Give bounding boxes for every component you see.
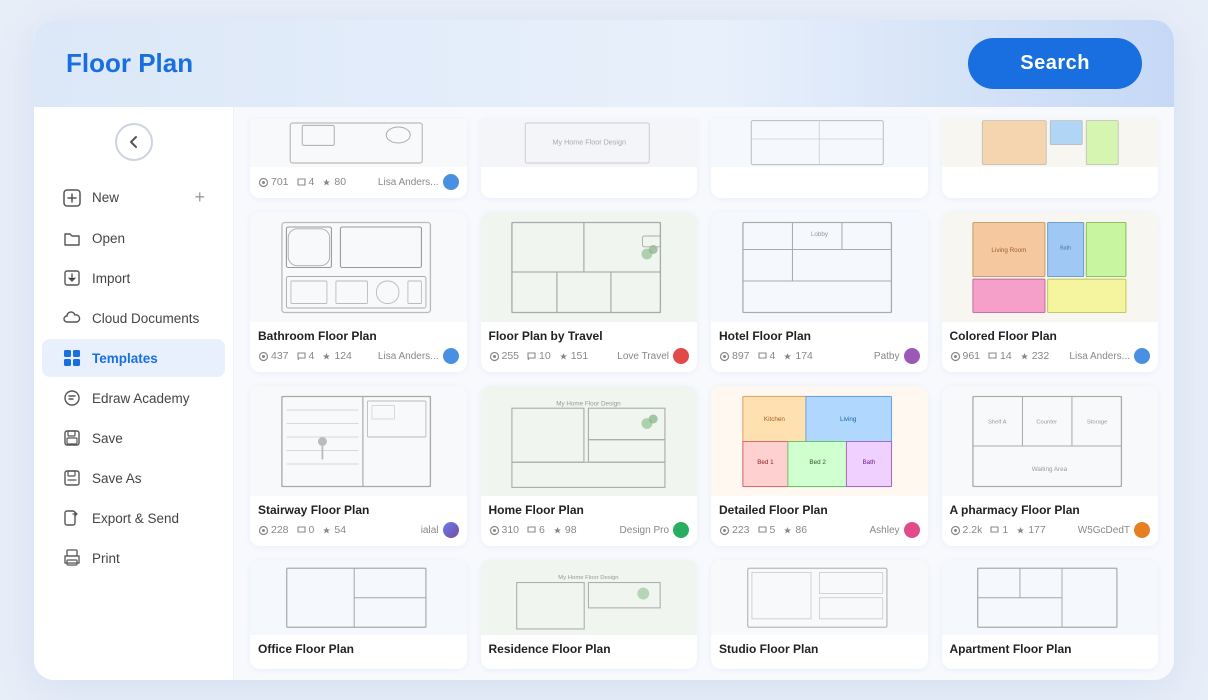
open-icon xyxy=(62,228,82,248)
app-container: Floor Plan Search New + xyxy=(34,20,1174,680)
card-meta-hotel: 897 4 174 xyxy=(719,348,920,364)
back-button[interactable] xyxy=(115,123,153,161)
edraw-icon xyxy=(62,388,82,408)
sidebar-label-export: Export & Send xyxy=(92,511,179,526)
svg-text:Counter: Counter xyxy=(1037,419,1058,425)
template-card-hotel[interactable]: Lobby Hotel Floor Plan 897 xyxy=(711,212,928,372)
sidebar-label-open: Open xyxy=(92,231,125,246)
template-card-partial-1[interactable]: 701 4 80 xyxy=(250,119,467,198)
sidebar-item-save[interactable]: Save xyxy=(42,419,225,457)
card-title-bot1: Office Floor Plan xyxy=(258,642,459,656)
svg-text:Lobby: Lobby xyxy=(811,231,829,238)
import-icon xyxy=(62,268,82,288)
sidebar-item-print[interactable]: Print xyxy=(42,539,225,577)
card-meta-travel: 255 10 151 xyxy=(489,348,690,364)
template-card-bot4[interactable]: Apartment Floor Plan xyxy=(942,560,1159,669)
svg-text:Storage: Storage xyxy=(1087,419,1107,425)
card-title-bot4: Apartment Floor Plan xyxy=(950,642,1151,656)
card-meta-detailed: 223 5 86 xyxy=(719,522,920,538)
sidebar-item-new[interactable]: New + xyxy=(42,178,225,217)
template-card-detailed[interactable]: Kitchen Living Bed 1 Bed 2 Bath Detailed… xyxy=(711,386,928,546)
plus-icon: + xyxy=(194,187,205,208)
svg-text:My Home Floor Design: My Home Floor Design xyxy=(559,575,619,581)
svg-text:My Home Floor Design: My Home Floor Design xyxy=(552,138,626,147)
svg-text:Waiting Area: Waiting Area xyxy=(1032,466,1068,473)
templates-area[interactable]: 701 4 80 xyxy=(234,107,1174,680)
sidebar-item-saveas[interactable]: Save As xyxy=(42,459,225,497)
card-meta-pharmacy: 2.2k 1 177 xyxy=(950,522,1151,538)
sidebar-label-cloud: Cloud Documents xyxy=(92,311,199,326)
template-card-pharmacy[interactable]: Shelf A Counter Storage Waiting Area A p… xyxy=(942,386,1159,546)
card-title-colored: Colored Floor Plan xyxy=(950,329,1151,343)
template-card-bot1[interactable]: Office Floor Plan xyxy=(250,560,467,669)
card-title-stairway: Stairway Floor Plan xyxy=(258,503,459,517)
template-card-bot3[interactable]: Studio Floor Plan xyxy=(711,560,928,669)
new-icon xyxy=(62,188,82,208)
sidebar-item-cloud[interactable]: Cloud Documents xyxy=(42,299,225,337)
top-bar: Floor Plan Search xyxy=(34,20,1174,107)
sidebar-label-import: Import xyxy=(92,271,130,286)
card-title-bot2: Residence Floor Plan xyxy=(489,642,690,656)
export-icon xyxy=(62,508,82,528)
template-card-stairway[interactable]: Stairway Floor Plan 228 0 xyxy=(250,386,467,546)
sidebar-label-templates: Templates xyxy=(92,351,158,366)
cloud-icon xyxy=(62,308,82,328)
sidebar: New + Open Import xyxy=(34,107,234,680)
template-card-partial-2[interactable]: My Home Floor Design xyxy=(481,119,698,198)
search-button[interactable]: Search xyxy=(968,38,1142,89)
sidebar-label-print: Print xyxy=(92,551,120,566)
template-card-partial-3[interactable] xyxy=(711,119,928,198)
svg-text:Kitchen: Kitchen xyxy=(764,415,786,422)
card-meta-colored: 961 14 232 xyxy=(950,348,1151,364)
card-meta-home: 310 6 98 xyxy=(489,522,690,538)
template-card-colored[interactable]: Living Room Bath Colored Floor Plan 961 xyxy=(942,212,1159,372)
main-content: New + Open Import xyxy=(34,107,1174,680)
print-icon xyxy=(62,548,82,568)
templates-grid: Bathroom Floor Plan 437 4 xyxy=(250,212,1158,669)
template-card-travel[interactable]: Floor Plan by Travel 255 10 xyxy=(481,212,698,372)
sidebar-item-open[interactable]: Open xyxy=(42,219,225,257)
saveas-icon xyxy=(62,468,82,488)
svg-text:Bath: Bath xyxy=(1060,245,1071,251)
card-title-hotel: Hotel Floor Plan xyxy=(719,329,920,343)
svg-text:Bath: Bath xyxy=(862,459,875,466)
card-title-bot3: Studio Floor Plan xyxy=(719,642,920,656)
sidebar-item-edraw[interactable]: Edraw Academy xyxy=(42,379,225,417)
svg-text:Bed 2: Bed 2 xyxy=(809,459,826,466)
card-title-pharmacy: A pharmacy Floor Plan xyxy=(950,503,1151,517)
sidebar-item-templates[interactable]: Templates xyxy=(42,339,225,377)
views-stat: 701 xyxy=(258,176,289,188)
sidebar-label-save: Save xyxy=(92,431,123,446)
template-card-bot2[interactable]: My Home Floor Design Residence Floor Pla… xyxy=(481,560,698,669)
card-title-detailed: Detailed Floor Plan xyxy=(719,503,920,517)
svg-text:Living Room: Living Room xyxy=(992,247,1027,254)
svg-text:Bed 1: Bed 1 xyxy=(757,459,774,466)
svg-text:My Home Floor Design: My Home Floor Design xyxy=(557,400,622,407)
page-title: Floor Plan xyxy=(66,48,193,79)
card-title-home: Home Floor Plan xyxy=(489,503,690,517)
card-title-bathroom: Bathroom Floor Plan xyxy=(258,329,459,343)
svg-text:Shelf A: Shelf A xyxy=(988,419,1007,425)
sidebar-label-saveas: Save As xyxy=(92,471,142,486)
sidebar-label-edraw: Edraw Academy xyxy=(92,391,190,406)
sidebar-label-new: New xyxy=(92,190,119,205)
sidebar-item-export[interactable]: Export & Send xyxy=(42,499,225,537)
template-card-home[interactable]: My Home Floor Design Home Floor Plan xyxy=(481,386,698,546)
templates-icon xyxy=(62,348,82,368)
partial-top-row: 701 4 80 xyxy=(250,119,1158,198)
sidebar-item-import[interactable]: Import xyxy=(42,259,225,297)
template-card-bathroom[interactable]: Bathroom Floor Plan 437 4 xyxy=(250,212,467,372)
card-meta-bathroom: 437 4 124 xyxy=(258,348,459,364)
svg-text:Living: Living xyxy=(840,415,857,422)
card-meta-stairway: 228 0 54 xyxy=(258,522,459,538)
template-card-partial-4[interactable] xyxy=(942,119,1159,198)
card-title-travel: Floor Plan by Travel xyxy=(489,329,690,343)
save-icon xyxy=(62,428,82,448)
